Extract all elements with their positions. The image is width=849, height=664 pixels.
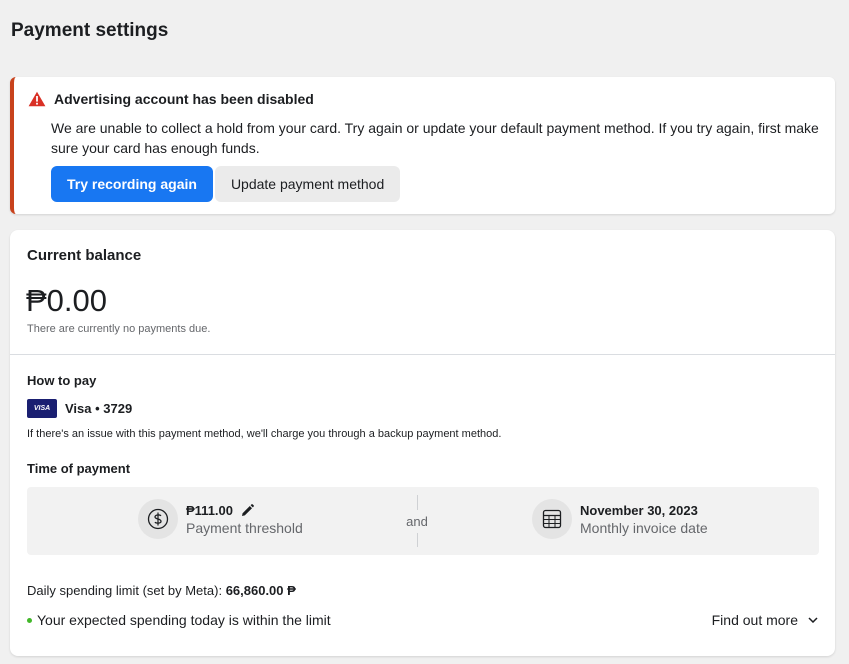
limit-label: Daily spending limit (set by Meta): xyxy=(27,583,226,598)
status-dot-icon xyxy=(27,617,32,623)
payment-schedule-box: ₱111.00 Payment threshold and November 3… xyxy=(27,487,819,555)
current-balance-heading: Current balance xyxy=(27,247,142,264)
dollar-coin-icon xyxy=(138,499,178,539)
alert-title-row: Advertising account has been disabled xyxy=(28,91,314,107)
payment-threshold-item: ₱111.00 Payment threshold xyxy=(138,499,303,539)
time-of-payment-heading: Time of payment xyxy=(27,461,131,476)
try-recording-again-button[interactable]: Try recording again xyxy=(51,166,213,202)
threshold-value: ₱111.00 xyxy=(186,502,233,518)
payment-method: VISA Visa • 3729 xyxy=(27,399,132,418)
warning-icon xyxy=(28,91,46,107)
daily-spending-limit: Daily spending limit (set by Meta): 66,8… xyxy=(27,583,296,598)
balance-amount: ₱0.00 xyxy=(26,283,108,318)
section-divider xyxy=(10,354,835,355)
balance-card: Current balance ₱0.00 There are currentl… xyxy=(10,230,835,656)
status-text: Your expected spending today is within t… xyxy=(37,612,331,628)
invoice-date-label: Monthly invoice date xyxy=(580,519,708,536)
limit-value: 66,860.00 ₱ xyxy=(225,583,296,598)
alert-actions: Try recording again Update payment metho… xyxy=(51,166,401,202)
page-title: Payment settings xyxy=(11,20,169,41)
find-out-more-label: Find out more xyxy=(711,612,798,628)
account-disabled-alert: Advertising account has been disabled We… xyxy=(10,77,835,214)
card-label: Visa • 3729 xyxy=(65,401,133,416)
alert-message: We are unable to collect a hold from you… xyxy=(51,120,819,156)
visa-card-icon: VISA xyxy=(27,399,57,418)
alert-title: Advertising account has been disabled xyxy=(54,91,314,107)
and-text: and xyxy=(406,513,428,529)
edit-pencil-icon[interactable] xyxy=(241,503,254,517)
backup-payment-note: If there's an issue with this payment me… xyxy=(27,428,502,440)
invoice-date-value: November 30, 2023 xyxy=(580,502,698,518)
and-separator: and xyxy=(405,495,429,547)
calendar-icon xyxy=(532,499,572,539)
threshold-label: Payment threshold xyxy=(186,519,303,536)
update-payment-method-button[interactable]: Update payment method xyxy=(214,166,401,202)
find-out-more-toggle[interactable]: Find out more xyxy=(712,612,818,628)
how-to-pay-heading: How to pay xyxy=(27,373,97,388)
chevron-down-icon xyxy=(808,617,818,623)
invoice-date-item: November 30, 2023 Monthly invoice date xyxy=(532,499,708,539)
no-payments-due-note: There are currently no payments due. xyxy=(27,323,211,335)
spending-status: Your expected spending today is within t… xyxy=(27,612,331,628)
